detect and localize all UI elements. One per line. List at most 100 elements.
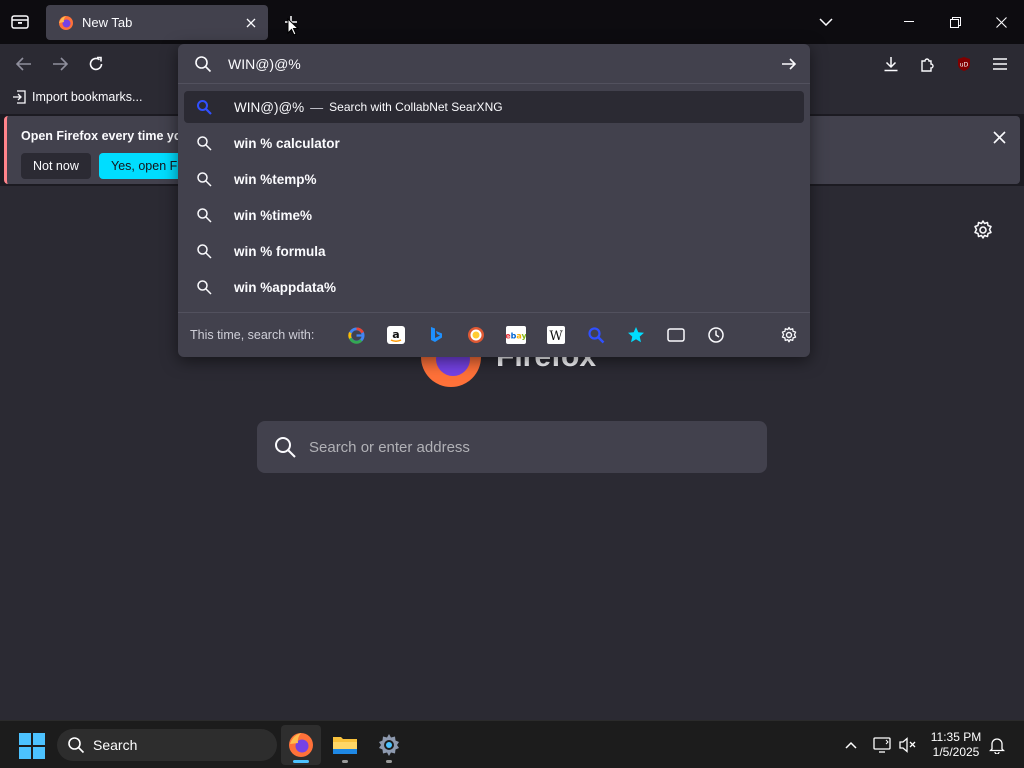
- searxng-icon: [197, 100, 212, 115]
- taskbar-firefox[interactable]: [281, 725, 321, 765]
- search-icon: [68, 737, 85, 754]
- suggestion-text: win % calculator: [234, 135, 340, 151]
- arrow-left-icon: [16, 57, 31, 71]
- back-button[interactable]: [10, 50, 38, 78]
- tab-new-tab[interactable]: New Tab: [46, 5, 268, 40]
- result-action-label: Search with CollabNet SearXNG: [329, 100, 503, 114]
- hamburger-menu-icon: [993, 58, 1007, 70]
- svg-text:W: W: [549, 329, 563, 344]
- minimize-button[interactable]: [886, 0, 932, 44]
- wikipedia-icon[interactable]: W: [546, 325, 566, 345]
- reload-button[interactable]: [82, 50, 110, 78]
- taskbar-file-explorer[interactable]: [325, 725, 365, 765]
- suggestion-text: win % formula: [234, 243, 326, 259]
- download-icon: [884, 57, 898, 72]
- running-app-indicator: [386, 760, 392, 763]
- firefox-favicon-icon: [59, 15, 73, 30]
- active-app-indicator: [293, 760, 309, 763]
- one-off-label: This time, search with:: [190, 328, 315, 342]
- search-icon: [197, 208, 212, 223]
- result-text: WIN@)@%: [234, 99, 305, 115]
- history-clock-icon[interactable]: [706, 325, 726, 345]
- search-icon: [197, 172, 212, 187]
- show-hidden-icons-button[interactable]: [841, 735, 861, 755]
- go-arrow-icon[interactable]: [780, 55, 798, 73]
- ebay-icon[interactable]: ebay: [506, 325, 526, 345]
- search-suggestion[interactable]: win %temp%: [184, 161, 804, 197]
- tabs-icon[interactable]: [666, 325, 686, 345]
- extensions-button[interactable]: [914, 50, 942, 78]
- settings-gear-icon: [379, 734, 399, 756]
- reload-icon: [89, 56, 103, 71]
- windows-taskbar: Search 11:35 PM 1/5/2025: [0, 720, 1024, 768]
- suggestion-text: win %appdata%: [234, 279, 337, 295]
- ublock-origin-icon: uD: [958, 57, 970, 71]
- taskbar-clock[interactable]: 11:35 PM 1/5/2025: [922, 730, 990, 760]
- restore-icon: [949, 16, 961, 28]
- windows-start-icon[interactable]: [19, 733, 45, 759]
- bell-icon: [989, 738, 1005, 754]
- bookmarks-star-icon[interactable]: [626, 325, 646, 345]
- close-window-button[interactable]: [978, 0, 1024, 44]
- clock-date: 1/5/2025: [932, 745, 980, 759]
- tab-list-button[interactable]: [4, 8, 36, 36]
- home-search-placeholder: Search or enter address: [309, 438, 470, 456]
- urlbar-results: WIN@)@% — Search with CollabNet SearXNG …: [178, 91, 810, 305]
- ublock-origin-button[interactable]: uD: [950, 50, 978, 78]
- search-suggestion[interactable]: win % formula: [184, 233, 804, 269]
- folder-icon: [333, 737, 357, 754]
- search-icon: [275, 437, 296, 458]
- one-off-engine-list: a ebay W: [346, 325, 726, 345]
- searxng-icon[interactable]: [586, 325, 606, 345]
- network-icon: [873, 737, 891, 753]
- clock-time: 11:35 PM: [930, 730, 982, 744]
- bing-icon[interactable]: [426, 325, 446, 345]
- mouse-cursor-icon: [287, 18, 299, 36]
- search-icon: [195, 55, 212, 72]
- amazon-icon[interactable]: a: [386, 325, 406, 345]
- notification-message: Open Firefox every time you: [21, 129, 190, 143]
- list-all-tabs-button[interactable]: [803, 0, 849, 44]
- tab-title: New Tab: [82, 15, 133, 30]
- forward-button[interactable]: [46, 50, 74, 78]
- google-icon[interactable]: [346, 325, 366, 345]
- search-settings-gear-icon[interactable]: [780, 326, 798, 344]
- result-search-engine[interactable]: WIN@)@% — Search with CollabNet SearXNG: [184, 91, 804, 123]
- taskbar-search-box[interactable]: Search: [57, 729, 277, 761]
- not-now-button[interactable]: Not now: [21, 153, 91, 179]
- import-bookmarks-button[interactable]: Import bookmarks...: [12, 90, 142, 104]
- urlbar-input[interactable]: WIN@)@%: [178, 44, 810, 84]
- tab-strip: New Tab: [0, 0, 1024, 44]
- search-suggestion[interactable]: win %time%: [184, 197, 804, 233]
- svg-text:uD: uD: [960, 62, 969, 69]
- search-icon: [197, 244, 212, 259]
- taskbar-settings[interactable]: [369, 725, 409, 765]
- volume-tray-button[interactable]: [898, 735, 918, 755]
- firefox-icon: [289, 733, 313, 757]
- taskbar-search-label: Search: [93, 737, 138, 753]
- search-suggestion[interactable]: win % calculator: [184, 125, 804, 161]
- chevron-down-icon: [819, 18, 833, 26]
- puzzle-icon: [921, 58, 934, 72]
- close-icon: [995, 16, 1007, 28]
- search-suggestion[interactable]: win %appdata%: [184, 269, 804, 305]
- restore-button[interactable]: [932, 0, 978, 44]
- tab-list-icon: [11, 15, 29, 29]
- one-off-search-row: This time, search with: a ebay W: [178, 312, 810, 357]
- home-search-box[interactable]: Search or enter address: [257, 421, 767, 473]
- downloads-button[interactable]: [877, 50, 905, 78]
- arrow-right-icon: [53, 57, 68, 71]
- notifications-button[interactable]: [987, 735, 1007, 755]
- result-separator: —: [310, 99, 324, 115]
- urlbar-input-value: WIN@)@%: [228, 55, 301, 72]
- notification-close-button[interactable]: [988, 126, 1010, 148]
- app-menu-button[interactable]: [986, 50, 1014, 78]
- search-icon: [197, 280, 212, 295]
- personalize-gear-icon[interactable]: [972, 219, 994, 241]
- svg-text:ebay: ebay: [506, 332, 526, 341]
- chevron-up-icon: [845, 741, 857, 749]
- network-tray-button[interactable]: [872, 735, 892, 755]
- duckduckgo-icon[interactable]: [466, 325, 486, 345]
- tab-close-button[interactable]: [240, 12, 262, 34]
- search-icon: [197, 136, 212, 151]
